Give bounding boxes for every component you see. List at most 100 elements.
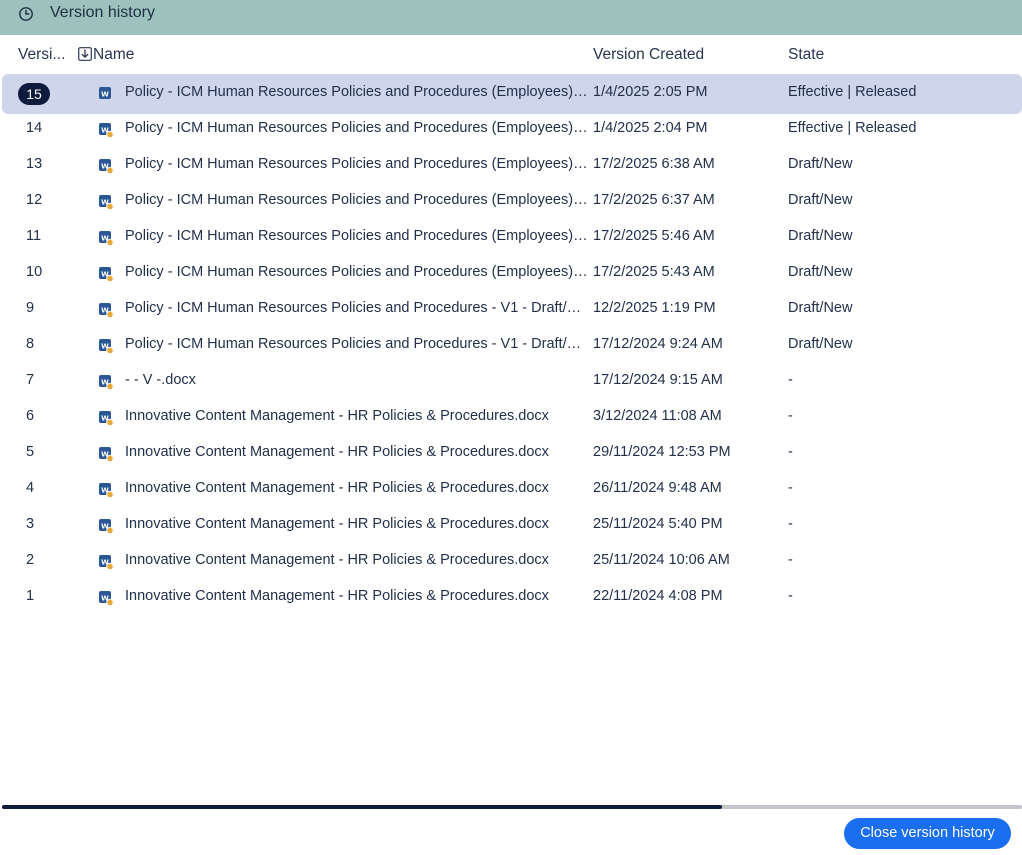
version-number: 9 <box>26 300 35 316</box>
version-created-date: 12/2/2025 1:19 PM <box>593 300 716 316</box>
version-number: 1 <box>26 588 35 604</box>
version-number: 11 <box>26 228 42 244</box>
clock-icon <box>19 7 33 21</box>
version-file-name[interactable]: Innovative Content Management - HR Polic… <box>125 588 589 604</box>
version-state: Draft/New <box>788 336 853 352</box>
word-document-icon: W <box>99 483 114 498</box>
version-state: - <box>788 408 793 424</box>
version-file-name[interactable]: - - V -.docx <box>125 372 589 388</box>
word-document-icon: W <box>99 339 114 354</box>
version-created-date: 17/12/2024 9:24 AM <box>593 336 723 352</box>
version-history-title-bar: Version history <box>0 0 1022 35</box>
column-header-name[interactable]: Name <box>93 46 134 64</box>
table-header: Versi... Name Version Created State <box>0 36 1022 72</box>
version-row[interactable]: 10 W Policy - ICM Human Resources Policies… <box>2 256 1022 292</box>
sort-descending-icon[interactable] <box>78 47 92 61</box>
version-row[interactable]: 3 W Innovative Content Management - HR Pol… <box>2 508 1022 544</box>
version-row[interactable]: 8 W Policy - ICM Human Resources Policies … <box>2 328 1022 364</box>
version-created-date: 17/2/2025 6:38 AM <box>593 156 715 172</box>
version-row[interactable]: 6 W Innovative Content Management - HR Pol… <box>2 400 1022 436</box>
version-created-date: 29/11/2024 12:53 PM <box>593 444 731 460</box>
word-document-icon: W <box>99 555 114 570</box>
word-document-icon: W <box>99 375 114 390</box>
version-file-name[interactable]: Policy - ICM Human Resources Policies an… <box>125 120 589 136</box>
version-file-name[interactable]: Policy - ICM Human Resources Policies an… <box>125 300 589 316</box>
version-file-name[interactable]: Innovative Content Management - HR Polic… <box>125 516 589 532</box>
version-number: 4 <box>26 480 35 496</box>
word-document-icon: W <box>99 591 114 606</box>
version-state: Draft/New <box>788 300 853 316</box>
version-created-date: 26/11/2024 9:48 AM <box>593 480 722 496</box>
version-number: 13 <box>26 156 43 172</box>
version-row[interactable]: 1 W Innovative Content Management - HR Pol… <box>2 580 1022 616</box>
version-created-date: 25/11/2024 10:06 AM <box>593 552 730 568</box>
version-number: 7 <box>26 372 35 388</box>
version-row[interactable]: 9 W Policy - ICM Human Resources Policies … <box>2 292 1022 328</box>
version-created-date: 1/4/2025 2:04 PM <box>593 120 708 136</box>
version-state: Draft/New <box>788 228 853 244</box>
version-file-name[interactable]: Innovative Content Management - HR Polic… <box>125 480 589 496</box>
close-version-history-button[interactable]: Close version history <box>844 818 1011 849</box>
version-number: 8 <box>26 336 35 352</box>
word-document-icon: W <box>99 87 111 99</box>
version-file-name[interactable]: Innovative Content Management - HR Polic… <box>125 444 589 460</box>
word-document-icon: W <box>99 159 114 174</box>
version-row[interactable]: 7 W - - V -.docx 17/12/2024 9:15 AM - <box>2 364 1022 400</box>
version-state: - <box>788 588 793 604</box>
version-number: 5 <box>26 444 35 460</box>
version-row[interactable]: 15 W Policy - ICM Human Resources Policies… <box>2 74 1022 114</box>
word-document-icon: W <box>99 411 114 426</box>
version-file-name[interactable]: Policy - ICM Human Resources Policies an… <box>125 228 589 244</box>
version-state: - <box>788 480 793 496</box>
version-row[interactable]: 11 W Policy - ICM Human Resources Policies… <box>2 220 1022 256</box>
version-created-date: 22/11/2024 4:08 PM <box>593 588 723 604</box>
version-created-date: 17/12/2024 9:15 AM <box>593 372 723 388</box>
horizontal-scrollbar[interactable] <box>2 805 1022 809</box>
word-document-icon: W <box>99 303 114 318</box>
version-created-date: 17/2/2025 5:43 AM <box>593 264 715 280</box>
version-state: Effective | Released <box>788 84 917 100</box>
version-state: Effective | Released <box>788 120 917 136</box>
version-state: - <box>788 372 793 388</box>
version-row[interactable]: 5 W Innovative Content Management - HR Pol… <box>2 436 1022 472</box>
version-row[interactable]: 2 W Innovative Content Management - HR Pol… <box>2 544 1022 580</box>
version-state: Draft/New <box>788 156 853 172</box>
version-number: 6 <box>26 408 35 424</box>
version-number: 12 <box>26 192 43 208</box>
scrollbar-thumb[interactable] <box>2 805 722 809</box>
version-file-name[interactable]: Innovative Content Management - HR Polic… <box>125 408 589 424</box>
version-state: - <box>788 444 793 460</box>
svg-text:W: W <box>101 91 109 99</box>
version-number: 14 <box>26 120 43 136</box>
version-file-name[interactable]: Policy - ICM Human Resources Policies an… <box>125 336 589 352</box>
column-header-version-created[interactable]: Version Created <box>593 46 704 64</box>
version-number: 3 <box>26 516 35 532</box>
version-state: - <box>788 552 793 568</box>
version-row[interactable]: 13 W Policy - ICM Human Resources Policies… <box>2 148 1022 184</box>
version-row[interactable]: 12 W Policy - ICM Human Resources Policies… <box>2 184 1022 220</box>
version-created-date: 25/11/2024 5:40 PM <box>593 516 723 532</box>
version-number: 2 <box>26 552 35 568</box>
word-document-icon: W <box>99 195 114 210</box>
word-document-icon: W <box>99 123 114 138</box>
version-file-name[interactable]: Policy - ICM Human Resources Policies an… <box>125 84 589 100</box>
version-file-name[interactable]: Policy - ICM Human Resources Policies an… <box>125 192 589 208</box>
word-document-icon: W <box>99 447 114 462</box>
column-header-version[interactable]: Versi... <box>18 46 65 64</box>
version-file-name[interactable]: Policy - ICM Human Resources Policies an… <box>125 264 589 280</box>
version-file-name[interactable]: Innovative Content Management - HR Polic… <box>125 552 589 568</box>
version-file-name[interactable]: Policy - ICM Human Resources Policies an… <box>125 156 589 172</box>
word-document-icon: W <box>99 519 114 534</box>
version-created-date: 3/12/2024 11:08 AM <box>593 408 722 424</box>
version-created-date: 1/4/2025 2:05 PM <box>593 84 708 100</box>
word-document-icon: W <box>99 267 114 282</box>
column-header-state[interactable]: State <box>788 46 824 64</box>
version-number: 10 <box>26 264 43 280</box>
panel-title: Version history <box>50 4 155 21</box>
version-created-date: 17/2/2025 5:46 AM <box>593 228 715 244</box>
version-state: Draft/New <box>788 264 853 280</box>
version-state: - <box>788 516 793 532</box>
version-created-date: 17/2/2025 6:37 AM <box>593 192 715 208</box>
version-row[interactable]: 4 W Innovative Content Management - HR Pol… <box>2 472 1022 508</box>
version-row[interactable]: 14 W Policy - ICM Human Resources Policies… <box>2 112 1022 148</box>
